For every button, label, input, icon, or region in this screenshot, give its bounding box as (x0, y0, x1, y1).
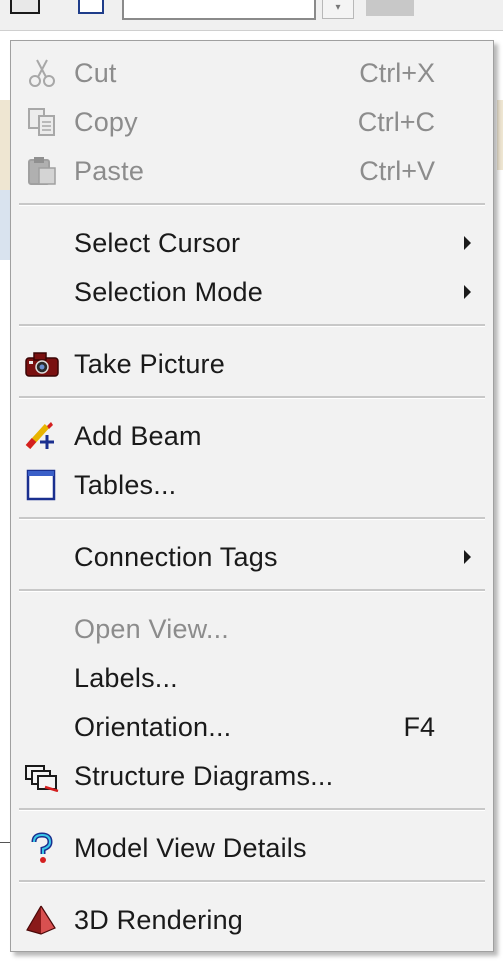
pencil-plus-icon (25, 422, 54, 450)
menu-item-labels[interactable]: Labels... (13, 654, 491, 702)
menu-item-shortcut: F4 (403, 712, 435, 742)
menu-item-tables[interactable]: Tables... (13, 461, 491, 509)
menu-item-open-view[interactable]: Open View... (13, 605, 491, 653)
menu-item-copy[interactable]: Copy Ctrl+C (13, 98, 491, 146)
help-icon (31, 832, 53, 863)
background-panel (0, 190, 10, 260)
menu-item-orientation[interactable]: Orientation... F4 (13, 703, 491, 751)
menu-item-selection-mode[interactable]: Selection Mode (13, 268, 491, 316)
menu-item-label: Take Picture (74, 349, 225, 379)
menu-item-3d-rendering[interactable]: 3D Rendering (13, 896, 491, 944)
menu-item-structure-diagrams[interactable]: Structure Diagrams... (13, 752, 491, 800)
menu-item-select-cursor[interactable]: Select Cursor (13, 219, 491, 267)
menu-item-label: Select Cursor (74, 228, 241, 258)
scissors-icon (29, 59, 55, 87)
menu-item-label: Orientation... (74, 712, 232, 742)
menu-item-shortcut: Ctrl+C (357, 107, 435, 137)
menu-item-model-view-details[interactable]: Model View Details (13, 824, 491, 872)
menu-separator (19, 324, 485, 327)
toolbar: ▾ (0, 0, 503, 31)
menu-item-connection-tags[interactable]: Connection Tags (13, 533, 491, 581)
toolbar-button[interactable] (366, 0, 414, 16)
pyramid-icon (26, 905, 56, 935)
background-panel (0, 100, 10, 190)
submenu-arrow-icon (464, 236, 471, 250)
menu-item-label: Add Beam (74, 421, 202, 451)
menu-separator (19, 589, 485, 592)
menu-item-paste[interactable]: Paste Ctrl+V (13, 147, 491, 195)
menu-item-label: Model View Details (74, 833, 307, 863)
table-window-icon (26, 469, 56, 501)
menu-item-label: Tables... (74, 470, 177, 500)
menu-item-label: Structure Diagrams... (74, 761, 334, 791)
menu-item-shortcut: Ctrl+X (359, 58, 435, 88)
menu-item-shortcut: Ctrl+V (359, 156, 435, 186)
chevron-down-icon[interactable]: ▾ (322, 0, 354, 19)
menu-item-label: Open View... (74, 614, 230, 644)
menu-item-label: 3D Rendering (74, 905, 244, 935)
context-menu: Cut Ctrl+X Copy Ctrl+C Paste Ctrl+V Sele… (10, 40, 494, 952)
submenu-arrow-icon (464, 285, 471, 299)
menu-item-label: Connection Tags (74, 542, 278, 572)
submenu-arrow-icon (464, 550, 471, 564)
menu-item-label: Copy (74, 107, 138, 137)
background-panel (497, 100, 503, 170)
menu-item-add-beam[interactable]: Add Beam (13, 412, 491, 460)
menu-separator (19, 880, 485, 883)
menu-item-label: Cut (74, 58, 117, 88)
clipboard-icon (28, 157, 56, 185)
menu-separator (19, 808, 485, 811)
menu-item-label: Selection Mode (74, 277, 263, 307)
menu-item-take-picture[interactable]: Take Picture (13, 340, 491, 388)
menu-separator (19, 517, 485, 520)
copy-icon (28, 108, 55, 136)
menu-item-cut[interactable]: Cut Ctrl+X (13, 49, 491, 97)
camera-icon (25, 352, 59, 377)
diagram-icon (25, 765, 59, 792)
toolbar-combo-box[interactable] (122, 0, 316, 20)
toolbar-info-icon[interactable] (78, 0, 104, 14)
background-divider (0, 842, 10, 843)
menu-item-label: Labels... (74, 663, 178, 693)
menu-item-label: Paste (74, 156, 145, 186)
toolbar-icon[interactable] (10, 0, 40, 14)
menu-separator (19, 203, 485, 206)
menu-separator (19, 396, 485, 399)
